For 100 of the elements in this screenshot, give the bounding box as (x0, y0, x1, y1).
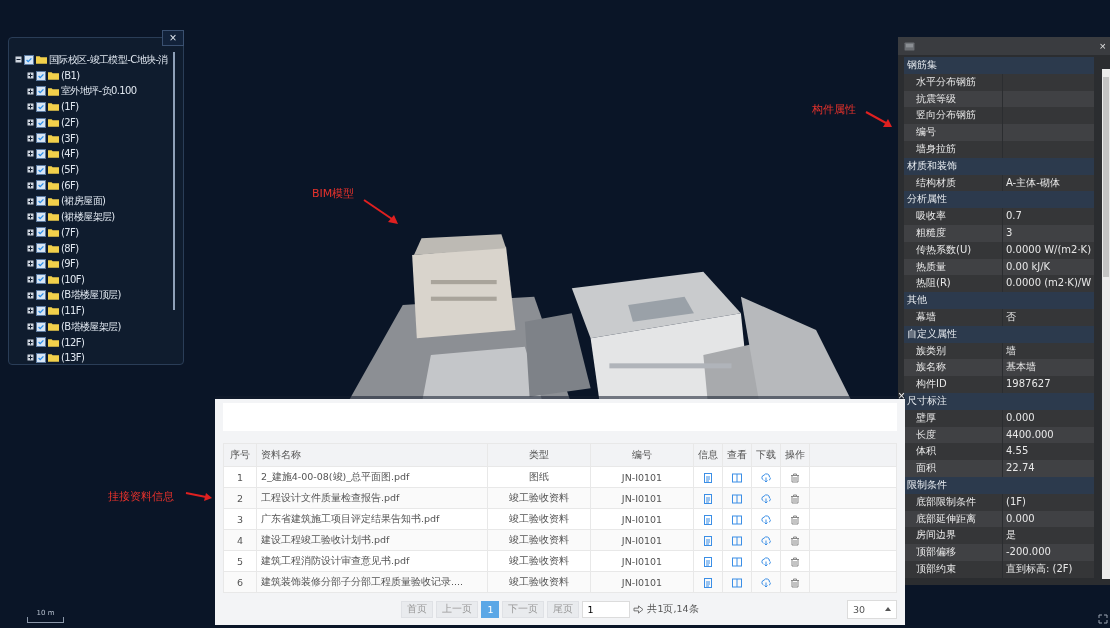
expand-icon[interactable] (27, 181, 34, 189)
expand-icon[interactable] (27, 197, 34, 205)
book-icon[interactable] (732, 535, 742, 546)
fullscreen-icon[interactable] (1098, 614, 1108, 624)
checkbox[interactable] (24, 54, 34, 65)
document-icon[interactable] (703, 472, 713, 483)
checkbox[interactable] (36, 148, 46, 159)
tree-item[interactable]: (4F) (61, 148, 79, 160)
tree-item[interactable]: 室外地坪-负0.100 (61, 84, 137, 99)
checkbox[interactable] (36, 227, 46, 238)
checkbox[interactable] (36, 101, 46, 112)
tree-item[interactable]: 国际校区-竣工模型-C地块-消 (49, 52, 168, 67)
expand-icon[interactable] (27, 291, 34, 299)
expand-icon[interactable] (27, 213, 34, 221)
tree-item[interactable]: (7F) (61, 226, 79, 238)
property-value: -200.000 (1005, 545, 1052, 560)
tree-item[interactable]: (B塔楼屋顶层) (61, 288, 121, 303)
download-icon[interactable] (761, 535, 771, 546)
expand-icon[interactable] (27, 119, 34, 127)
document-icon[interactable] (703, 535, 713, 546)
document-icon[interactable] (703, 493, 713, 504)
expand-icon[interactable] (27, 275, 34, 283)
tree-item[interactable]: (6F) (61, 179, 79, 191)
scrollbar[interactable] (1102, 69, 1110, 579)
checkbox[interactable] (36, 117, 46, 128)
document-icon[interactable] (703, 577, 713, 588)
go-arrow-icon[interactable] (633, 604, 645, 614)
property-name: 墙身拉筋 (904, 141, 1003, 158)
download-icon[interactable] (761, 577, 771, 588)
download-icon[interactable] (761, 556, 771, 567)
page-input[interactable]: 1 (582, 600, 631, 618)
book-icon[interactable] (732, 472, 742, 483)
document-icon[interactable] (703, 556, 713, 567)
document-icon[interactable] (703, 514, 713, 525)
checkbox[interactable] (36, 243, 46, 254)
tree-item[interactable]: (9F) (61, 258, 79, 270)
checkbox[interactable] (36, 337, 46, 348)
expand-icon[interactable] (27, 244, 34, 252)
tree-item[interactable]: (13F) (61, 352, 85, 364)
tree-item[interactable]: (2F) (61, 117, 79, 129)
book-icon[interactable] (732, 514, 742, 525)
trash-icon[interactable] (790, 472, 800, 483)
book-icon[interactable] (732, 556, 742, 567)
expand-icon[interactable] (27, 87, 34, 95)
page-size-select[interactable]: 30 (847, 599, 897, 619)
book-icon[interactable] (732, 493, 742, 504)
expand-icon[interactable] (27, 72, 34, 80)
download-icon[interactable] (761, 472, 771, 483)
tree-item[interactable]: (10F) (61, 273, 85, 285)
close-button[interactable]: × (898, 390, 905, 402)
checkbox[interactable] (36, 352, 46, 363)
checkbox[interactable] (36, 70, 46, 81)
tree-item[interactable]: (5F) (61, 164, 79, 176)
table-cell: 2 (223, 487, 257, 509)
tree-item[interactable]: (B1) (61, 70, 80, 82)
download-icon[interactable] (761, 493, 771, 504)
expand-icon[interactable] (27, 166, 34, 174)
trash-icon[interactable] (790, 535, 800, 546)
trash-icon[interactable] (790, 493, 800, 504)
expand-icon[interactable] (27, 307, 34, 315)
tree-item[interactable]: (裙楼屋架层) (61, 209, 115, 224)
checkbox[interactable] (36, 274, 46, 285)
tree-item[interactable]: (B塔楼屋架层) (61, 319, 121, 334)
property-name: 吸收率 (904, 208, 1003, 225)
checkbox[interactable] (36, 258, 46, 269)
checkbox[interactable] (36, 196, 46, 207)
folder-icon (48, 274, 59, 284)
trash-icon[interactable] (790, 556, 800, 567)
checkbox[interactable] (36, 305, 46, 316)
property-value: 0.000 (1005, 410, 1036, 425)
scrollbar[interactable] (173, 52, 175, 310)
checkbox[interactable] (36, 164, 46, 175)
expand-icon[interactable] (27, 338, 34, 346)
trash-icon[interactable] (790, 577, 800, 588)
expand-icon[interactable] (27, 228, 34, 236)
close-button[interactable]: × (1097, 40, 1108, 52)
checkbox[interactable] (36, 86, 46, 97)
checkbox[interactable] (36, 211, 46, 222)
tree-item[interactable]: (8F) (61, 242, 79, 254)
expand-icon[interactable] (27, 354, 34, 362)
trash-icon[interactable] (790, 514, 800, 525)
tree-item[interactable]: (12F) (61, 336, 85, 348)
tree-item[interactable]: (1F) (61, 101, 79, 113)
close-button[interactable]: × (162, 30, 184, 46)
expand-icon[interactable] (27, 134, 34, 142)
expand-icon[interactable] (27, 323, 34, 331)
checkbox[interactable] (36, 180, 46, 191)
tree-item[interactable]: (裙房屋面) (61, 194, 106, 209)
expand-icon[interactable] (27, 260, 34, 268)
collapse-icon[interactable] (15, 56, 22, 64)
expand-icon[interactable] (27, 103, 34, 111)
checkbox[interactable] (36, 290, 46, 301)
tree-item[interactable]: (3F) (61, 132, 79, 144)
checkbox[interactable] (36, 133, 46, 144)
checkbox[interactable] (36, 321, 46, 332)
expand-icon[interactable] (27, 150, 34, 158)
tree-item[interactable]: (11F) (61, 305, 85, 317)
download-icon[interactable] (761, 514, 771, 525)
property-name: 编号 (904, 124, 1003, 141)
book-icon[interactable] (732, 577, 742, 588)
